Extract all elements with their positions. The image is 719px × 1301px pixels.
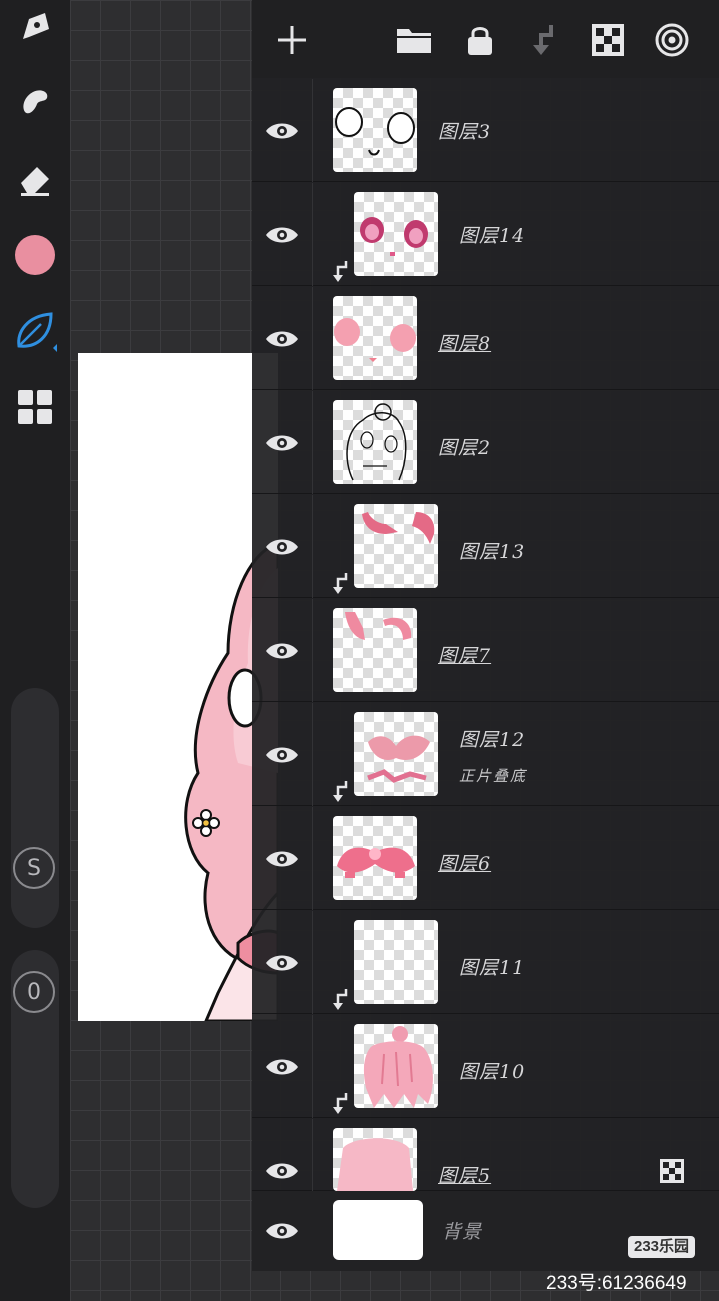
layer-name: 图层2	[438, 437, 492, 459]
layer-name: 图层5	[438, 1165, 492, 1187]
layer-name: 图层8	[438, 333, 492, 355]
layer-row[interactable]: 图层2	[252, 391, 719, 494]
eye-icon[interactable]	[264, 1049, 300, 1085]
clipping-arrow-icon	[333, 1093, 348, 1114]
folder-icon[interactable]	[392, 18, 436, 62]
layer-thumbnail	[354, 1024, 438, 1108]
artwork-preview	[184, 541, 278, 1021]
layer-row[interactable]: 图层7	[252, 599, 719, 702]
layer-name: 图层7	[438, 645, 492, 667]
left-toolbar: S 0	[0, 0, 70, 1301]
lock-icon[interactable]	[458, 18, 502, 62]
eraser-icon[interactable]	[10, 154, 60, 204]
layer-name: 图层14	[459, 225, 526, 247]
layer-row[interactable]: 图层13	[252, 495, 719, 598]
merge-down-icon[interactable]	[522, 18, 566, 62]
layer-thumbnail	[354, 920, 438, 1004]
layers-panel: 图层3 图层14 图层8 图层2 图层13 图层7 图层12 正片叠底 图层6 …	[252, 0, 719, 1271]
layer-name: 图层13	[459, 541, 526, 563]
eye-icon[interactable]	[264, 529, 300, 565]
size-slider-knob[interactable]: S	[13, 847, 55, 889]
layer-row[interactable]: 图层8	[252, 287, 719, 390]
layer-thumbnail	[333, 608, 417, 692]
opacity-slider-knob[interactable]: 0	[13, 971, 55, 1013]
layer-thumbnail	[354, 712, 438, 796]
layer-name: 背景	[442, 1221, 483, 1243]
layer-row[interactable]: 图层3	[252, 79, 719, 182]
pen-icon[interactable]	[10, 2, 60, 52]
eye-icon[interactable]	[264, 1213, 300, 1249]
layer-thumbnail	[333, 1128, 417, 1191]
eye-icon[interactable]	[264, 217, 300, 253]
transparency-icon[interactable]	[586, 18, 630, 62]
layer-thumbnail	[333, 816, 417, 900]
eye-icon[interactable]	[264, 633, 300, 669]
layers-header	[252, 0, 719, 78]
eye-icon[interactable]	[264, 113, 300, 149]
layer-row[interactable]: 图层10	[252, 1015, 719, 1118]
layer-thumbnail	[333, 88, 417, 172]
watermark-logo: 233乐园	[628, 1236, 696, 1258]
layer-name: 图层11	[459, 957, 526, 979]
layer-name: 图层12	[459, 729, 526, 751]
blend-mode-label[interactable]: 正片叠底	[459, 765, 527, 786]
leaf-brush-icon[interactable]	[10, 305, 60, 355]
layer-name: 图层6	[438, 853, 492, 875]
layer-row[interactable]: 图层5	[252, 1119, 719, 1191]
color-swatch[interactable]	[10, 230, 60, 280]
clipping-arrow-icon	[333, 989, 348, 1010]
eye-icon[interactable]	[264, 321, 300, 357]
eye-icon[interactable]	[264, 737, 300, 773]
layer-thumbnail	[333, 400, 417, 484]
watermark-id: 233号:61236649	[546, 1273, 687, 1294]
layer-row[interactable]: 图层14	[252, 183, 719, 286]
layer-name: 图层10	[459, 1061, 526, 1083]
artboard[interactable]	[78, 353, 278, 1021]
layer-row[interactable]: 图层6	[252, 807, 719, 910]
alpha-lock-icon[interactable]	[660, 1159, 684, 1183]
grid-menu-icon[interactable]	[10, 382, 60, 432]
clipping-arrow-icon	[333, 781, 348, 802]
clipping-arrow-icon	[333, 573, 348, 594]
eye-icon[interactable]	[264, 841, 300, 877]
smudge-icon[interactable]	[10, 77, 60, 127]
brush-size-slider[interactable]	[11, 688, 59, 928]
layer-name: 图层3	[438, 121, 492, 143]
eye-icon[interactable]	[264, 425, 300, 461]
add-layer-icon[interactable]	[270, 18, 314, 62]
layer-thumbnail	[354, 192, 438, 276]
layer-thumbnail	[333, 296, 417, 380]
layer-row[interactable]: 图层11	[252, 911, 719, 1014]
eye-icon[interactable]	[264, 945, 300, 981]
eye-icon[interactable]	[264, 1153, 300, 1189]
background-layer-row[interactable]: 背景	[252, 1191, 719, 1271]
target-icon[interactable]	[650, 18, 694, 62]
layer-row[interactable]: 图层12 正片叠底	[252, 703, 719, 806]
layer-thumbnail	[354, 504, 438, 588]
clipping-arrow-icon	[333, 261, 348, 282]
background-thumbnail	[333, 1200, 423, 1260]
